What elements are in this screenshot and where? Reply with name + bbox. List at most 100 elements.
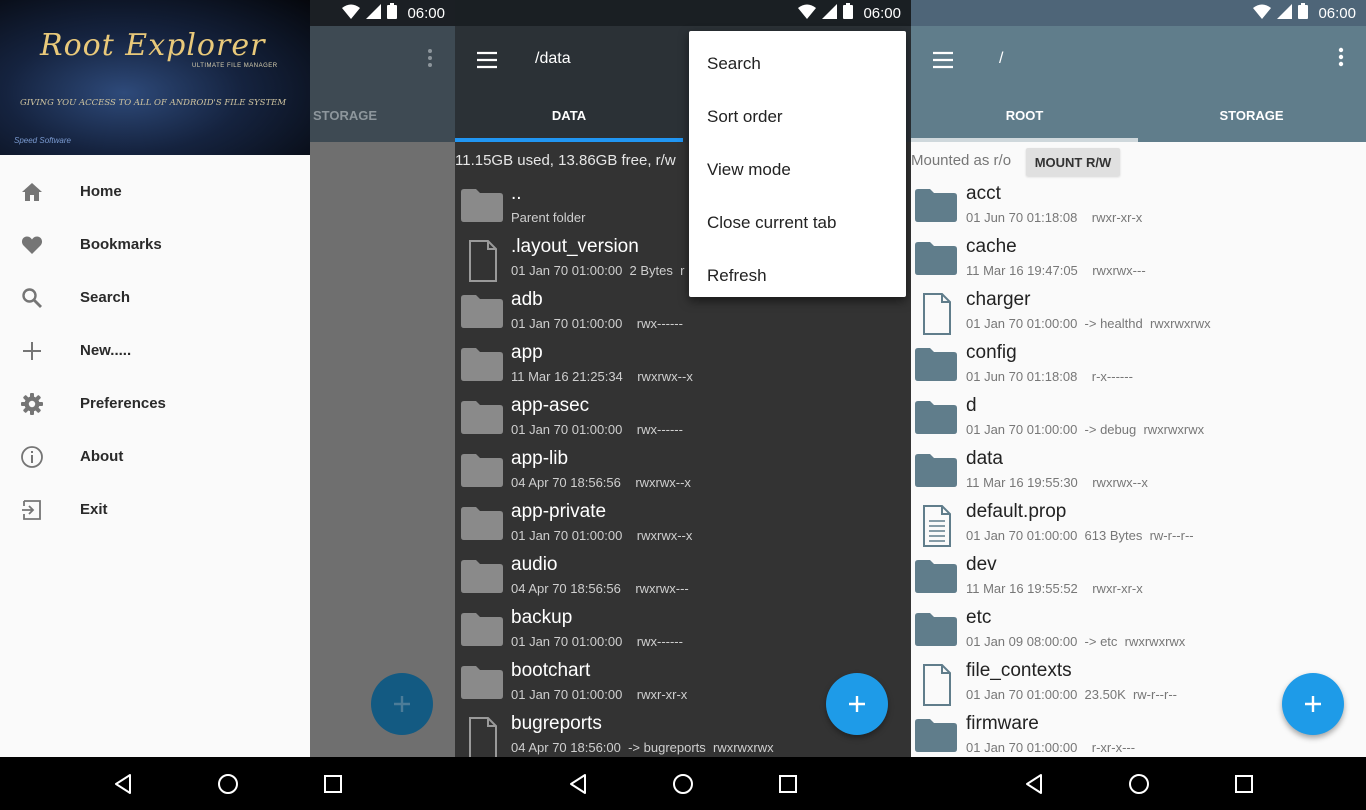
folder-icon	[913, 345, 959, 383]
list-item[interactable]: acct 01 Jun 70 01:18:08 rwxr-xr-x	[911, 178, 1366, 231]
drawer-item-label: Search	[80, 289, 131, 306]
plus-icon	[1305, 696, 1321, 712]
fab-add-button[interactable]	[1282, 673, 1344, 735]
drawer-header-logo: Root Explorer ULTIMATE FILE MANAGER GIVI…	[0, 0, 310, 155]
folder-icon	[913, 610, 959, 648]
list-item[interactable]: charger 01 Jan 70 01:00:00 -> healthd rwx…	[911, 284, 1366, 337]
folder-icon	[459, 292, 505, 330]
file-icon	[459, 716, 505, 759]
list-item[interactable]: config 01 Jun 70 01:18:08 r-x------	[911, 337, 1366, 390]
wifi-icon	[798, 4, 817, 23]
folder-icon	[459, 557, 505, 595]
status-bar: 06:00	[911, 0, 1366, 26]
back-icon[interactable]	[103, 764, 143, 804]
battery-icon	[1298, 3, 1309, 23]
signal-icon	[366, 3, 382, 23]
drawer-item-about[interactable]: About	[0, 430, 310, 483]
recents-icon[interactable]	[768, 764, 808, 804]
mount-rw-button[interactable]: MOUNT R/W	[1026, 148, 1120, 176]
app-logo-title: Root Explorer	[40, 28, 266, 63]
tab-storage[interactable]: STORAGE	[1138, 108, 1365, 123]
clock: 06:00	[1318, 4, 1356, 22]
current-path: /	[999, 50, 1004, 67]
list-item[interactable]: backup 01 Jan 70 01:00:00 rwx------	[455, 602, 911, 655]
drawer-item-exit[interactable]: Exit	[0, 483, 310, 536]
file-list-panel: Mounted as r/o MOUNT R/W acct 01 Jun 70 0…	[911, 142, 1366, 757]
clock: 06:00	[863, 4, 901, 22]
screen-navigation-drawer: STORAGE 06:00 Root Explorer ULTIMATE FIL…	[0, 0, 455, 810]
menu-item-close-tab[interactable]: Close current tab	[689, 196, 906, 249]
drawer-item-label: New.....	[80, 342, 132, 359]
home-nav-icon[interactable]	[1119, 764, 1159, 804]
toolbar: / ROOT STORAGE	[911, 26, 1366, 142]
list-item[interactable]: d 01 Jan 70 01:00:00 -> debug rwxrwxrwx	[911, 390, 1366, 443]
current-path: /data	[535, 50, 571, 67]
fab-add-button[interactable]	[826, 673, 888, 735]
app-logo-subtitle: ULTIMATE FILE MANAGER	[192, 63, 278, 69]
app-logo-tagline: GIVING YOU ACCESS TO ALL OF ANDROID'S FI…	[20, 98, 287, 108]
info-icon	[19, 444, 45, 470]
recents-icon[interactable]	[1224, 764, 1264, 804]
navigation-drawer: Root Explorer ULTIMATE FILE MANAGER GIVI…	[0, 0, 310, 757]
menu-icon[interactable]	[475, 48, 499, 72]
home-nav-icon[interactable]	[208, 764, 248, 804]
document-icon	[913, 504, 959, 547]
search-icon	[19, 285, 45, 311]
home-nav-icon[interactable]	[663, 764, 703, 804]
list-item[interactable]: app-lib 04 Apr 70 18:56:56 rwxrwx--x	[455, 443, 911, 496]
list-item[interactable]: cache 11 Mar 16 19:47:05 rwxrwx---	[911, 231, 1366, 284]
status-bar: 06:00	[455, 0, 911, 26]
menu-item-view-mode[interactable]: View mode	[689, 143, 906, 196]
tab-root[interactable]: ROOT	[911, 108, 1138, 123]
folder-icon	[459, 451, 505, 489]
back-icon[interactable]	[558, 764, 598, 804]
tab-data[interactable]: DATA	[455, 108, 683, 123]
more-vert-icon	[425, 48, 435, 73]
drawer-item-search[interactable]: Search	[0, 271, 310, 324]
drawer-item-label: Home	[80, 183, 122, 200]
folder-icon	[913, 451, 959, 489]
list-item[interactable]: audio 04 Apr 70 18:56:56 rwxrwx---	[455, 549, 911, 602]
exit-icon	[19, 497, 45, 523]
file-icon	[459, 239, 505, 282]
screen-root-folder: 06:00 / ROOT STORAGE Mounted as r/o MOUN…	[911, 0, 1366, 810]
menu-item-refresh[interactable]: Refresh	[689, 249, 906, 302]
list-item[interactable]: data 11 Mar 16 19:55:30 rwxrwx--x	[911, 443, 1366, 496]
drawer-item-preferences[interactable]: Preferences	[0, 377, 310, 430]
drawer-item-label: Exit	[80, 501, 108, 518]
heart-icon	[19, 232, 45, 258]
drawer-item-bookmarks[interactable]: Bookmarks	[0, 218, 310, 271]
menu-item-sort-order[interactable]: Sort order	[689, 90, 906, 143]
folder-icon	[459, 610, 505, 648]
plus-icon	[19, 338, 45, 364]
mount-status: Mounted as r/o	[911, 152, 1012, 169]
menu-item-search[interactable]: Search	[689, 37, 906, 90]
signal-icon	[1277, 3, 1293, 23]
folder-icon	[459, 345, 505, 383]
folder-icon	[913, 557, 959, 595]
list-item[interactable]: app-asec 01 Jan 70 01:00:00 rwx------	[455, 390, 911, 443]
list-item[interactable]: default.prop 01 Jan 70 01:00:00 613 Bytes…	[911, 496, 1366, 549]
drawer-item-home[interactable]: Home	[0, 165, 310, 218]
list-item[interactable]: dev 11 Mar 16 19:55:52 rwxr-xr-x	[911, 549, 1366, 602]
more-vert-icon[interactable]	[1335, 46, 1347, 73]
drawer-item-label: Preferences	[80, 395, 166, 412]
battery-icon	[387, 3, 398, 23]
folder-icon	[459, 398, 505, 436]
recents-icon[interactable]	[313, 764, 353, 804]
signal-icon	[822, 3, 838, 23]
file-icon	[913, 663, 959, 706]
folder-icon	[913, 398, 959, 436]
list-item[interactable]: app 11 Mar 16 21:25:34 rwxrwx--x	[455, 337, 911, 390]
drawer-item-new[interactable]: New.....	[0, 324, 310, 377]
list-item[interactable]: app-private 01 Jan 70 01:00:00 rwxrwx--x	[455, 496, 911, 549]
back-icon[interactable]	[1014, 764, 1054, 804]
folder-icon	[913, 239, 959, 277]
folder-icon	[459, 186, 505, 224]
list-item[interactable]: etc 01 Jan 09 08:00:00 -> etc rwxrwxrwx	[911, 602, 1366, 655]
overflow-menu: Search Sort order View mode Close curren…	[689, 31, 906, 297]
menu-icon[interactable]	[931, 48, 955, 72]
battery-icon	[843, 3, 854, 23]
brand-name: Speed Software	[14, 136, 71, 145]
wifi-icon	[342, 4, 361, 23]
